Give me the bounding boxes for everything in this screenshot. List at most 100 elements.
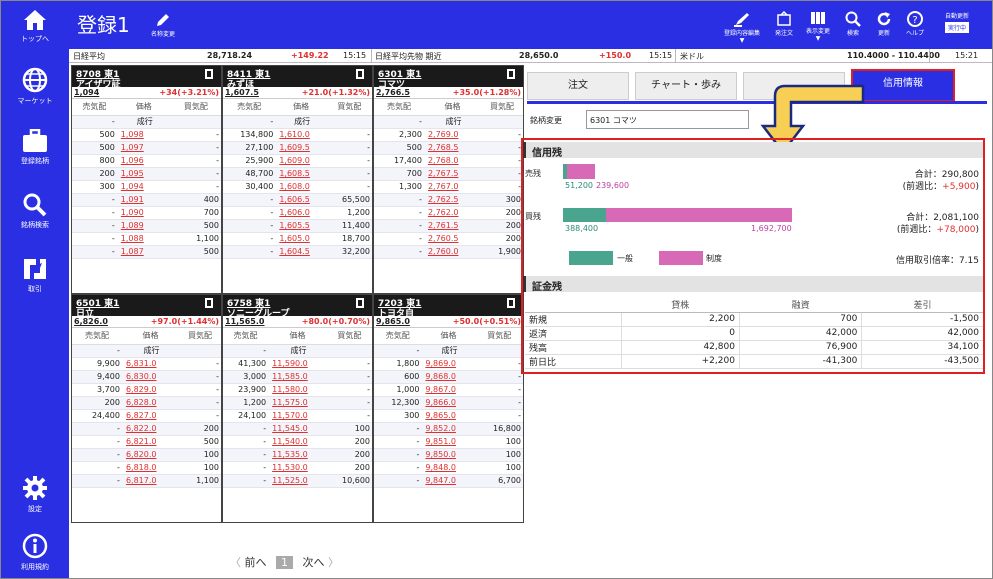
price-cell[interactable]: 1,609.0 — [275, 154, 327, 168]
price-cell[interactable]: 11,525.0 — [268, 474, 327, 488]
auto-update-toggle[interactable]: 自動更新 実行中 — [945, 11, 970, 33]
board-icon[interactable] — [205, 298, 213, 308]
price-cell[interactable]: 9,869.0 — [421, 357, 476, 371]
price-cell[interactable]: 成行 — [121, 344, 179, 358]
price-cell[interactable]: 2,769.0 — [423, 128, 481, 142]
refresh-button[interactable]: 更新 — [873, 11, 895, 37]
price-cell[interactable]: 成行 — [421, 344, 476, 358]
price-cell[interactable]: 9,847.0 — [421, 474, 476, 488]
stock-price[interactable]: 1,094 — [74, 88, 99, 97]
price-cell[interactable]: 1,606.0 — [275, 206, 327, 220]
price-cell[interactable]: 6,830.0 — [121, 370, 179, 384]
price-cell[interactable]: 11,535.0 — [268, 448, 327, 462]
price-cell[interactable]: 1,088 — [116, 232, 171, 246]
price-cell[interactable]: 11,580.0 — [268, 383, 327, 397]
price-cell[interactable]: 6,828.0 — [121, 396, 179, 410]
sidebar-item-trade[interactable]: 取引 — [1, 257, 69, 294]
price-cell[interactable]: 6,829.0 — [121, 383, 179, 397]
board-icon[interactable] — [356, 298, 364, 308]
order-button[interactable]: 発注文 — [771, 11, 797, 37]
price-cell[interactable]: 2,767.0 — [423, 180, 481, 194]
price-cell[interactable]: 11,545.0 — [268, 422, 327, 436]
price-cell[interactable]: 6,822.0 — [121, 422, 179, 436]
board-icon[interactable] — [507, 69, 515, 79]
stock-price[interactable]: 9,865.0 — [376, 317, 410, 326]
price-cell[interactable]: 2,762.0 — [423, 206, 481, 220]
price-cell[interactable]: 成行 — [116, 115, 171, 129]
price-cell[interactable]: 6,818.0 — [121, 461, 179, 475]
current-page[interactable]: 1 — [276, 556, 293, 569]
tab-chart[interactable]: チャート・歩み — [635, 72, 737, 100]
price-cell[interactable]: 2,768.5 — [423, 141, 481, 155]
price-cell[interactable]: 成行 — [275, 115, 327, 129]
board-icon[interactable] — [507, 298, 515, 308]
price-cell[interactable]: 2,768.0 — [423, 154, 481, 168]
stock-panel-header[interactable]: 6758 東1 ソニーグループ — [223, 295, 372, 319]
price-cell[interactable]: 2,767.5 — [423, 167, 481, 181]
stock-panel-header[interactable]: 7203 東1 トヨタ自 — [374, 295, 523, 319]
price-cell[interactable]: 11,530.0 — [268, 461, 327, 475]
help-button[interactable]: ? ヘルプ — [903, 11, 927, 37]
price-cell[interactable]: 11,575.0 — [268, 396, 327, 410]
price-cell[interactable]: 9,865.0 — [421, 409, 476, 423]
price-cell[interactable]: 1,609.5 — [275, 141, 327, 155]
price-cell[interactable]: 9,867.0 — [421, 383, 476, 397]
price-cell[interactable]: 2,760.0 — [423, 245, 481, 259]
price-cell[interactable]: 9,848.0 — [421, 461, 476, 475]
stock-panel-header[interactable]: 6301 東1 コマツ — [374, 66, 523, 90]
rename-button[interactable]: 名称変更 — [145, 11, 181, 38]
price-cell[interactable]: 6,831.0 — [121, 357, 179, 371]
next-page-button[interactable]: 次へ 〉 — [303, 556, 340, 569]
stock-panel-header[interactable]: 6501 東1 日立 — [72, 295, 221, 319]
price-cell[interactable]: 1,087 — [116, 245, 171, 259]
price-cell[interactable]: 1,610.0 — [275, 128, 327, 142]
sidebar-item-watchlist[interactable]: 登録銘柄 — [1, 129, 69, 166]
price-cell[interactable]: 1,604.5 — [275, 245, 327, 259]
sidebar-item-top[interactable]: トップへ — [1, 9, 69, 44]
price-cell[interactable]: 2,761.5 — [423, 219, 481, 233]
stock-price[interactable]: 6,826.0 — [74, 317, 108, 326]
prev-page-button[interactable]: 〈 前へ — [230, 556, 267, 569]
board-icon[interactable] — [205, 69, 213, 79]
price-cell[interactable]: 9,852.0 — [421, 422, 476, 436]
price-cell[interactable]: 1,605.0 — [275, 232, 327, 246]
price-cell[interactable]: 6,821.0 — [121, 435, 179, 449]
stock-panel-header[interactable]: 8708 東1 アイザワ証 — [72, 66, 221, 90]
price-cell[interactable]: 11,585.0 — [268, 370, 327, 384]
price-cell[interactable]: 1,096 — [116, 154, 171, 168]
price-cell[interactable]: 6,827.0 — [121, 409, 179, 423]
price-cell[interactable]: 2,760.5 — [423, 232, 481, 246]
price-cell[interactable]: 1,094 — [116, 180, 171, 194]
stock-panel-header[interactable]: 8411 東1 みずほ — [223, 66, 372, 90]
sidebar-item-market[interactable]: マーケット — [1, 67, 69, 106]
price-cell[interactable]: 成行 — [268, 344, 327, 358]
sidebar-item-settings[interactable]: 設定 — [1, 475, 69, 514]
price-cell[interactable]: 1,095 — [116, 167, 171, 181]
price-cell[interactable]: 9,850.0 — [421, 448, 476, 462]
price-cell[interactable]: 11,590.0 — [268, 357, 327, 371]
price-cell[interactable]: 9,868.0 — [421, 370, 476, 384]
stock-price[interactable]: 2,766.5 — [376, 88, 410, 97]
price-cell[interactable]: 6,820.0 — [121, 448, 179, 462]
price-cell[interactable]: 1,605.5 — [275, 219, 327, 233]
price-cell[interactable]: 成行 — [423, 115, 481, 129]
edit-registration-button[interactable]: 登録内容編集 ▼ — [724, 11, 760, 44]
board-icon[interactable] — [356, 69, 364, 79]
sidebar-item-terms[interactable]: 利用規約 — [1, 533, 69, 572]
price-cell[interactable]: 1,608.5 — [275, 167, 327, 181]
stock-price[interactable]: 11,565.0 — [225, 317, 264, 326]
price-cell[interactable]: 11,540.0 — [268, 435, 327, 449]
display-change-button[interactable]: 表示変更 ▼ — [803, 11, 833, 42]
price-cell[interactable]: 1,089 — [116, 219, 171, 233]
search-button[interactable]: 検索 — [843, 11, 863, 37]
tab-order[interactable]: 注文 — [527, 72, 629, 100]
stock-price[interactable]: 1,607.5 — [225, 88, 259, 97]
price-cell[interactable]: 1,090 — [116, 206, 171, 220]
price-cell[interactable]: 1,097 — [116, 141, 171, 155]
price-cell[interactable]: 11,570.0 — [268, 409, 327, 423]
symbol-input[interactable]: 6301 コマツ — [586, 110, 749, 129]
price-cell[interactable]: 6,817.0 — [121, 474, 179, 488]
price-cell[interactable]: 1,091 — [116, 193, 171, 207]
price-cell[interactable]: 9,866.0 — [421, 396, 476, 410]
price-cell[interactable]: 1,608.0 — [275, 180, 327, 194]
